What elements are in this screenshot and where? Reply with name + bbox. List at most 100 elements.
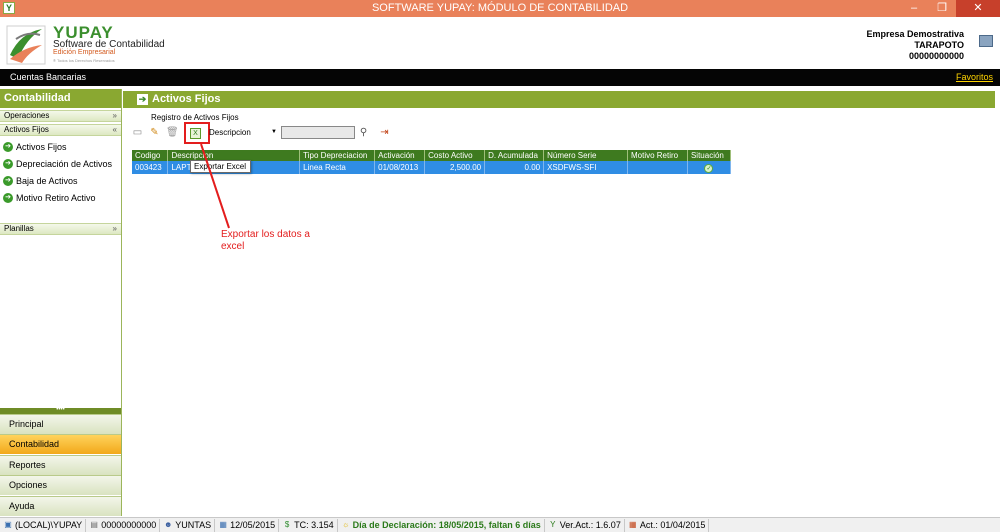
sidebar-item-baja[interactable]: ➔ Baja de Activos bbox=[3, 174, 78, 188]
status-declaration: ☼ Día de Declaración: 18/05/2015, faltan … bbox=[338, 518, 545, 532]
cell-activacion: 01/08/2013 bbox=[374, 161, 426, 174]
section-activos-fijos[interactable]: Activos Fijos « bbox=[0, 124, 121, 136]
col-numero-serie[interactable]: Número Serie bbox=[543, 150, 628, 161]
status-user-text: YUNTAS bbox=[175, 520, 212, 530]
caret-down-icon: ▼ bbox=[271, 129, 277, 135]
exit-door-icon[interactable]: ⇥ bbox=[379, 127, 390, 139]
filter-field-value: Descripcion bbox=[209, 128, 251, 137]
window-title: SOFTWARE YUPAY: MÓDULO DE CONTABILIDAD bbox=[371, 2, 629, 14]
status-ruc-text: 00000000000 bbox=[101, 520, 157, 530]
status-version-text: Ver.Act.: 1.6.07 bbox=[559, 520, 621, 530]
close-button[interactable]: ✕ bbox=[956, 0, 1000, 17]
status-act: ▦ Act.: 01/04/2015 bbox=[625, 518, 710, 532]
col-codigo[interactable]: Codigo bbox=[132, 150, 169, 161]
page-title: Activos Fijos bbox=[152, 93, 221, 105]
status-version: Y Ver.Act.: 1.6.07 bbox=[545, 518, 625, 532]
sidebar: Contabilidad Operaciones » Activos Fijos… bbox=[0, 89, 122, 516]
col-motivo-retiro[interactable]: Motivo Retiro bbox=[627, 150, 688, 161]
new-document-icon[interactable]: ▭ bbox=[132, 127, 143, 139]
yupay-logo-icon bbox=[6, 25, 46, 65]
sidebar-item-depreciacion[interactable]: ➔ Depreciación de Activos bbox=[3, 157, 112, 171]
col-tipo-depreciacion[interactable]: Tipo Depreciacion bbox=[299, 150, 376, 161]
annotation-arrow-icon bbox=[200, 143, 230, 229]
arrow-right-icon: ➔ bbox=[137, 94, 148, 105]
export-excel-icon[interactable]: X bbox=[190, 128, 201, 139]
cell-situacion: ✓ bbox=[687, 161, 732, 174]
dollar-icon: $ bbox=[284, 520, 290, 529]
minimize-button[interactable]: – bbox=[900, 0, 928, 17]
company-name: Empresa Demostrativa bbox=[866, 29, 964, 39]
status-declaration-text: Día de Declaración: 18/05/2015, faltan 6… bbox=[352, 520, 541, 530]
section-planillas[interactable]: Planillas » bbox=[0, 223, 121, 235]
sidebar-item-label: Motivo Retiro Activo bbox=[16, 193, 96, 203]
section-label: Planillas bbox=[4, 224, 34, 233]
cell-tipo: Linea Recta bbox=[299, 161, 376, 174]
status-server: ▣ (LOCAL)\YUPAY bbox=[0, 518, 87, 532]
company-info: Empresa Demostrativa TARAPOTO 0000000000… bbox=[866, 29, 964, 62]
cell-serie: XSDFWS-SFI bbox=[543, 161, 628, 174]
search-input[interactable] bbox=[281, 126, 355, 139]
annotation-text: Exportar los datos a excel bbox=[221, 229, 310, 252]
id-card-icon: ▤ bbox=[90, 520, 98, 529]
status-tc-text: TC: 3.154 bbox=[294, 520, 334, 530]
col-d-acumulada[interactable]: D. Acumulada bbox=[484, 150, 545, 161]
go-arrow-icon: ➔ bbox=[3, 142, 13, 152]
sidebar-item-label: Depreciación de Activos bbox=[16, 159, 113, 169]
calendar-update-icon: ▦ bbox=[629, 520, 637, 529]
section-operaciones[interactable]: Operaciones » bbox=[0, 110, 121, 122]
status-user: ☻ YUNTAS bbox=[160, 518, 216, 532]
cell-codigo: 003423 bbox=[132, 161, 169, 174]
cell-acumulada: 0.00 bbox=[484, 161, 545, 174]
status-server-text: (LOCAL)\YUPAY bbox=[15, 520, 83, 530]
delete-trash-icon[interactable]: 🗑 bbox=[166, 127, 179, 139]
status-date: ▦ 12/05/2015 bbox=[215, 518, 280, 532]
go-arrow-icon: ➔ bbox=[3, 193, 13, 203]
logo-rights: ® Todos los Derechos Reservados bbox=[53, 58, 115, 63]
module-contabilidad[interactable]: Contabilidad bbox=[0, 434, 121, 454]
col-costo-activo[interactable]: Costo Activo bbox=[424, 150, 486, 161]
status-act-text: Act.: 01/04/2015 bbox=[639, 520, 706, 530]
yupay-version-icon: Y bbox=[550, 520, 556, 529]
company-ruc: 00000000000 bbox=[908, 51, 964, 61]
chevron-up-icon: « bbox=[112, 125, 117, 134]
sidebar-item-label: Activos Fijos bbox=[16, 142, 67, 152]
sidebar-title: Contabilidad bbox=[0, 89, 121, 108]
company-switch-icon[interactable] bbox=[979, 35, 993, 47]
main-header: ➔ Activos Fijos bbox=[123, 91, 995, 108]
title-bar: Y SOFTWARE YUPAY: MÓDULO DE CONTABILIDAD… bbox=[0, 0, 1000, 17]
edit-pencil-icon[interactable]: ✎ bbox=[149, 127, 160, 139]
section-label: Activos Fijos bbox=[4, 125, 49, 134]
col-situacion[interactable]: Situación bbox=[687, 150, 732, 161]
app-header: YUPAY Software de Contabilidad Edición E… bbox=[0, 17, 1000, 69]
server-icon: ▣ bbox=[4, 520, 12, 529]
module-principal[interactable]: Principal bbox=[0, 414, 121, 434]
go-arrow-icon: ➔ bbox=[3, 176, 13, 186]
cell-motivo bbox=[627, 161, 688, 174]
company-city: TARAPOTO bbox=[914, 40, 964, 50]
status-tc: $ TC: 3.154 bbox=[279, 518, 338, 532]
status-bar: ▣ (LOCAL)\YUPAY ▤ 00000000000 ☻ YUNTAS ▦ 12/… bbox=[0, 517, 1000, 532]
binoculars-icon[interactable]: ⚲ bbox=[358, 127, 369, 139]
status-check-icon: ✓ bbox=[704, 163, 714, 173]
logo-edition: Edición Empresarial bbox=[53, 49, 116, 56]
bank-accounts-link[interactable]: Cuentas Bancarias bbox=[10, 72, 86, 82]
register-subtitle: Registro de Activos Fijos bbox=[151, 113, 239, 122]
sidebar-item-activos-fijos[interactable]: ➔ Activos Fijos bbox=[3, 140, 67, 154]
lightbulb-icon: ☼ bbox=[342, 520, 350, 529]
favorites-link[interactable]: Favoritos bbox=[956, 72, 993, 82]
chevron-down-icon: » bbox=[112, 111, 117, 120]
module-reportes[interactable]: Reportes bbox=[0, 455, 121, 475]
section-label: Operaciones bbox=[4, 111, 50, 120]
user-icon: ☻ bbox=[164, 520, 173, 529]
chevron-down-icon: » bbox=[112, 224, 117, 233]
restore-button[interactable]: ❐ bbox=[928, 0, 956, 17]
module-opciones[interactable]: Opciones bbox=[0, 475, 121, 495]
status-date-text: 12/05/2015 bbox=[230, 520, 276, 530]
top-menu-bar: Cuentas Bancarias Favoritos bbox=[0, 69, 1000, 86]
filter-field-select[interactable]: Descripcion ▼ bbox=[207, 126, 279, 139]
col-activacion[interactable]: Activación bbox=[374, 150, 426, 161]
sidebar-item-motivo-retiro[interactable]: ➔ Motivo Retiro Activo bbox=[3, 191, 96, 205]
calendar-icon: ▦ bbox=[219, 520, 227, 529]
module-ayuda[interactable]: Ayuda bbox=[0, 496, 121, 516]
sidebar-item-label: Baja de Activos bbox=[16, 176, 78, 186]
